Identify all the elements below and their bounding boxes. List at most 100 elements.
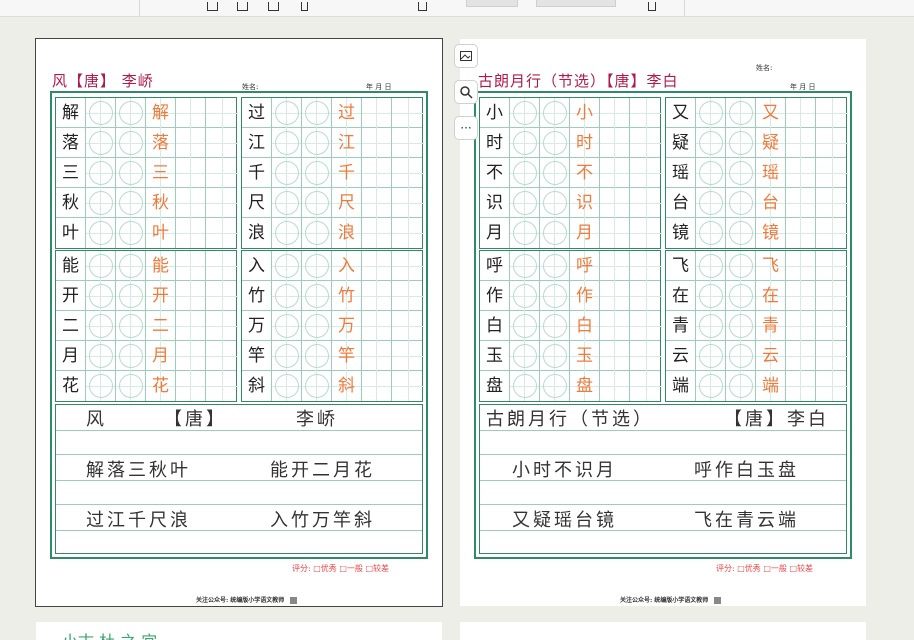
empty-cell (272, 311, 302, 341)
trace-cell: 过 (332, 98, 362, 128)
practice-row: 时时 (480, 128, 662, 158)
page-title: 风【唐】 李峤 (52, 72, 154, 90)
footer: 关注公众号: 统编版小学语文教师 (196, 595, 298, 604)
two-page-icon[interactable] (268, 2, 279, 11)
empty-cell (302, 371, 332, 401)
empty-cell (510, 281, 540, 311)
guide-circle (542, 161, 567, 185)
guide-circle (512, 131, 537, 155)
next-page-2[interactable] (460, 622, 866, 640)
char-cell: 月 (480, 218, 510, 248)
empty-cell (392, 251, 424, 281)
search-button[interactable] (454, 80, 478, 104)
practice-frame: 小小时时不不识识月月 又又疑疑瑶瑶台台镜镜 呼呼作作白白玉玉盘盘 飞飞在在青青云… (474, 91, 852, 559)
empty-cell (206, 158, 238, 188)
guide-circle (274, 161, 299, 185)
copy-line: 入竹万竿斜 (270, 510, 375, 531)
guide-circle (542, 284, 567, 308)
crop-icon[interactable] (418, 2, 427, 11)
guide-circle (512, 284, 537, 308)
image-edit-button[interactable] (454, 44, 478, 68)
sidebar-icon[interactable] (207, 2, 218, 11)
char-cell: 解 (56, 98, 86, 128)
guide-circle (542, 344, 567, 368)
empty-cell (816, 341, 848, 371)
image-edit-icon (460, 51, 472, 61)
empty-cell (362, 218, 392, 248)
char-cell: 月 (56, 341, 86, 371)
empty-cell (816, 98, 848, 128)
empty-cell (786, 281, 816, 311)
view-mode-toggle[interactable] (466, 0, 518, 7)
practice-row: 云云 (666, 341, 848, 371)
trace-cell: 叶 (146, 218, 176, 248)
char-cell: 盘 (480, 371, 510, 401)
empty-cell (600, 371, 630, 401)
empty-cell (540, 188, 570, 218)
empty-cell (362, 251, 392, 281)
fit-icon[interactable] (301, 2, 308, 11)
practice-row: 玉玉 (480, 341, 662, 371)
guide-circle (304, 101, 329, 125)
trace-cell: 在 (756, 281, 786, 311)
guide-circle (698, 254, 723, 278)
empty-cell (726, 371, 756, 401)
char-cell: 斜 (242, 371, 272, 401)
next-page-title: 小古 杜 之 宜 (62, 628, 157, 640)
empty-cell (272, 128, 302, 158)
guide-circle (728, 101, 753, 125)
char-cell: 在 (666, 281, 696, 311)
empty-cell (272, 251, 302, 281)
guide-circle (118, 191, 143, 215)
empty-cell (600, 98, 630, 128)
trace-cell: 落 (146, 128, 176, 158)
trace-cell: 作 (570, 281, 600, 311)
char-cell: 二 (56, 311, 86, 341)
empty-cell (726, 341, 756, 371)
practice-row: 竿竿 (242, 341, 424, 371)
copy-line: 过江千尺浪 (86, 510, 191, 531)
name-label: 姓名: (756, 64, 773, 72)
trace-cell: 花 (146, 371, 176, 401)
empty-cell (206, 218, 238, 248)
page-icon[interactable] (237, 2, 248, 11)
view-icon[interactable] (648, 2, 656, 11)
char-cell: 秋 (56, 188, 86, 218)
more-button[interactable]: ··· (454, 116, 478, 140)
practice-row: 竹竹 (242, 281, 424, 311)
guide-circle (542, 374, 567, 398)
next-page-1[interactable]: 小古 杜 之 宜 (36, 622, 442, 640)
empty-cell (302, 341, 332, 371)
char-cell: 飞 (666, 251, 696, 281)
trace-cell: 台 (756, 188, 786, 218)
practice-row: 落落 (56, 128, 238, 158)
empty-cell (86, 158, 116, 188)
trace-cell: 斜 (332, 371, 362, 401)
empty-cell (510, 158, 540, 188)
guide-circle (728, 344, 753, 368)
trace-cell: 时 (570, 128, 600, 158)
practice-row: 又又 (666, 98, 848, 128)
guide-circle (118, 131, 143, 155)
empty-cell (392, 341, 424, 371)
footer-text: 关注公众号: 统编版小学语文教师 (196, 597, 285, 604)
practice-block: 入入竹竹万万竿竿斜斜 (241, 250, 424, 402)
empty-cell (600, 188, 630, 218)
copy-area: 风 【唐】 李峤 解落三秋叶 能开二月花 过江千尺浪 入竹万竿斜 (55, 404, 423, 554)
copy-title: 风 (86, 409, 107, 430)
char-cell: 落 (56, 128, 86, 158)
empty-cell (206, 341, 238, 371)
empty-cell (630, 188, 662, 218)
practice-row: 呼呼 (480, 251, 662, 281)
empty-cell (696, 341, 726, 371)
guide-circle (542, 101, 567, 125)
trace-cell: 盘 (570, 371, 600, 401)
worksheet-page-2[interactable]: 古朗月行（节选）【唐】李白 姓名: 年 月 日 小小时时不不识识月月 又又疑疑瑶… (460, 39, 866, 606)
guide-circle (542, 314, 567, 338)
empty-cell (362, 188, 392, 218)
worksheet-page-1[interactable]: 风【唐】 李峤 姓名: 年 月 日 解解落落三三秋秋叶叶 过过江江千千尺尺浪浪 … (35, 38, 443, 607)
practice-row: 盘盘 (480, 371, 662, 401)
empty-cell (86, 218, 116, 248)
zoom-select[interactable] (536, 0, 616, 7)
guide-circle (512, 254, 537, 278)
